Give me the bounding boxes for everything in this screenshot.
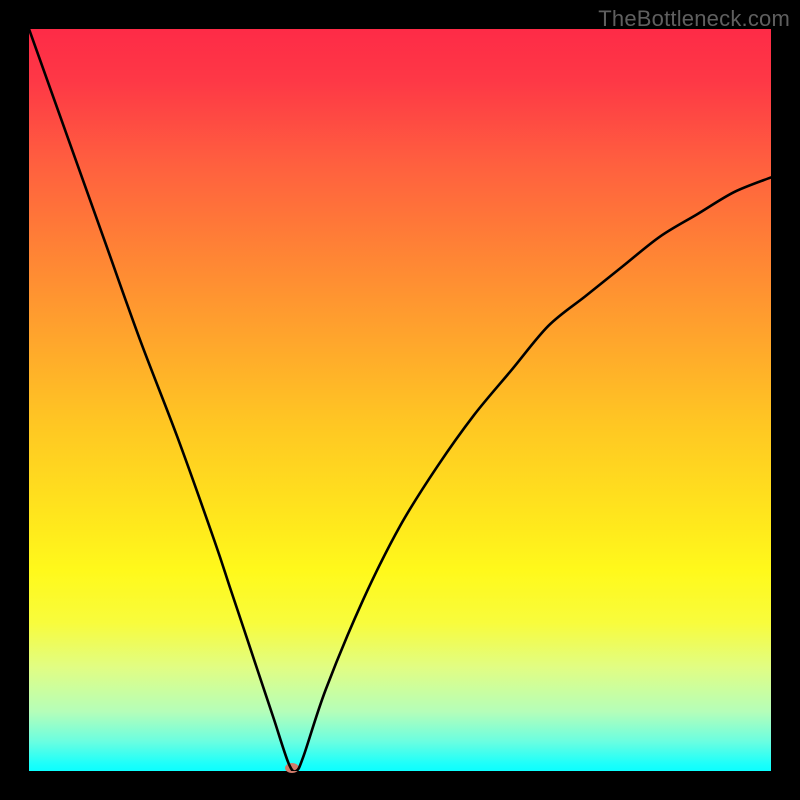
watermark-text: TheBottleneck.com: [598, 6, 790, 32]
curve-path: [29, 29, 771, 771]
bottleneck-curve: [29, 29, 771, 771]
chart-plot-area: [29, 29, 771, 771]
